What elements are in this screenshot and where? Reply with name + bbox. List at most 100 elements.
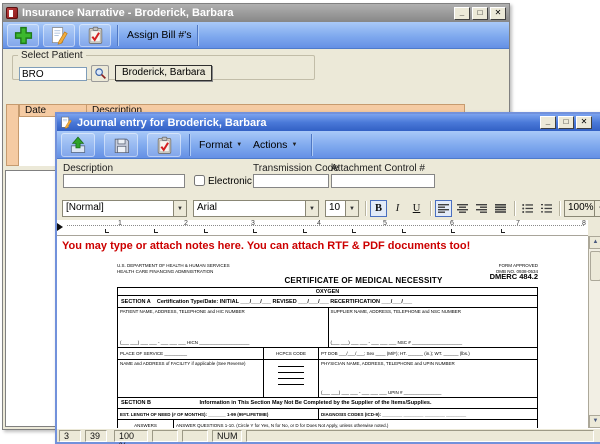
toolbar-separator (197, 25, 198, 46)
physician-phone-line: (___ ___) ___ ___ - ___ ___ ___ UPIN # _… (321, 390, 441, 396)
journal-doc-icon (60, 116, 73, 129)
new-narrative-button[interactable] (7, 24, 39, 47)
maximize-button[interactable]: □ (472, 7, 488, 20)
search-icon (94, 67, 107, 80)
format-menu-button[interactable]: Format ▼ (199, 139, 242, 151)
supplier-cell: SUPPLIER NAME, ADDRESS, TELEPHONE and NS… (328, 308, 538, 347)
justify-button[interactable] (492, 200, 509, 217)
electronic-label: Electronic (208, 176, 252, 187)
section-b-row: SECTION B Information in This Section Ma… (118, 398, 537, 409)
patient-search-input[interactable] (19, 67, 87, 81)
selected-patient-chip[interactable]: Broderick, Barbara (115, 65, 212, 81)
scroll-up-button[interactable]: ▲ (589, 236, 600, 249)
actions-menu-button[interactable]: Actions ▼ (253, 139, 297, 151)
facility-cell: NAME and ADDRESS of FACILITY if applicab… (118, 360, 263, 397)
patient-search-button[interactable] (91, 65, 109, 82)
tab-stop-marker (303, 229, 307, 233)
patient-cell: PATIENT NAME, ADDRESS, TELEPHONE and HIC… (118, 308, 328, 347)
scroll-down-button[interactable]: ▼ (589, 415, 600, 428)
underline-button[interactable]: U (408, 200, 425, 217)
check-narrative-button[interactable] (79, 24, 111, 47)
ruler-number: 2 (184, 220, 188, 227)
rich-text-editor[interactable]: You may type or attach notes here. You c… (57, 236, 588, 428)
assign-bill-button[interactable]: Assign Bill #'s (127, 29, 191, 41)
paragraph-style-combo[interactable]: [Normal] ▼ (62, 200, 187, 217)
insurance-titlebar[interactable]: Insurance Narrative - Broderick, Barbara… (3, 4, 509, 22)
actions-menu-label: Actions (253, 139, 287, 151)
chevron-down-icon: ▼ (173, 201, 186, 216)
names-row: PATIENT NAME, ADDRESS, TELEPHONE and HIC… (118, 308, 537, 348)
attachment-control-input[interactable] (331, 174, 435, 188)
tab-stop-marker (352, 229, 356, 233)
transmission-code-label: Transmission Code (253, 163, 339, 174)
scrollbar-thumb[interactable] (590, 251, 600, 281)
paragraph-style-value: [Normal] (63, 201, 173, 216)
journal-fields-row: Description Electronic Transmission Code… (57, 159, 600, 198)
form-number: DMERC 484.2 (460, 274, 538, 280)
maximize-button[interactable]: □ (558, 116, 574, 129)
ruler[interactable]: 1 2 3 4 5 6 7 8 (57, 220, 588, 236)
minimize-button[interactable]: _ (540, 116, 556, 129)
blank-line (278, 366, 304, 367)
journal-toolbar: Format ▼ Actions ▼ (57, 131, 600, 159)
answers-text-cell: ANSWER QUESTIONS 1-10. (Circle Y for Yes… (173, 420, 537, 428)
patient-header: PATIENT NAME, ADDRESS, TELEPHONE and HIC… (120, 309, 245, 314)
answers-row: ANSWERS ANSWER QUESTIONS 1-10. (Circle Y… (118, 420, 537, 428)
cmn-form-document: U.S. DEPARTMENT OF HEALTH & HUMAN SERVIC… (117, 260, 538, 428)
status-panel-empty (152, 430, 178, 442)
close-button[interactable]: ✕ (490, 7, 506, 20)
physician-cell: PHYSICIAN NAME, ADDRESS, TELEPHONE and U… (318, 360, 537, 397)
close-button[interactable]: ✕ (576, 116, 592, 129)
bullet-list-icon (522, 204, 533, 213)
electronic-checkbox[interactable] (194, 175, 205, 186)
vertical-scrollbar[interactable]: ▲ ▼ (588, 236, 600, 428)
italic-button[interactable]: I (389, 200, 406, 217)
font-family-value: Arial (194, 201, 305, 216)
cmn-form-header: U.S. DEPARTMENT OF HEALTH & HUMAN SERVIC… (117, 260, 538, 287)
section-b-text: Information in This Section May Not Be C… (200, 400, 432, 406)
journal-window-title: Journal entry for Broderick, Barbara (77, 117, 598, 129)
attachment-control-label: Attachment Control # (331, 163, 425, 174)
supplier-phone-line: (___ ___) ___ ___ - ___ ___ ___ NSC # __… (331, 340, 463, 346)
journal-statusbar: 3 39 100 % NUM (57, 428, 600, 442)
facility-physician-row: NAME and ADDRESS of FACILITY if applicab… (118, 360, 537, 398)
align-center-button[interactable] (454, 200, 471, 217)
est-length-row: EST. LENGTH OF NEED (# OF MONTHS): _____… (118, 409, 537, 420)
physician-header: PHYSICIAN NAME, ADDRESS, TELEPHONE and U… (321, 361, 455, 366)
format-separator (365, 201, 366, 216)
ruler-number: 5 (383, 220, 387, 227)
journal-titlebar[interactable]: Journal entry for Broderick, Barbara _ □… (57, 114, 600, 131)
zoom-combo[interactable]: 100% ▼ (564, 200, 600, 217)
attach-file-button[interactable] (61, 133, 95, 157)
toolbar-separator (117, 25, 118, 46)
font-size-combo[interactable]: 10 ▼ (325, 200, 359, 217)
font-family-combo[interactable]: Arial ▼ (193, 200, 319, 217)
tab-stop-marker (105, 229, 109, 233)
bold-button[interactable]: B (370, 200, 387, 217)
edit-narrative-button[interactable] (43, 24, 75, 47)
patient-dob-cell: PT DOB ___/___/___; Sex ____ (M/F); HT. … (318, 348, 537, 359)
ruler-number: 8 (582, 220, 586, 227)
ruler-number: 4 (317, 220, 321, 227)
answers-label-cell: ANSWERS (118, 420, 173, 428)
supplier-header: SUPPLIER NAME, ADDRESS, TELEPHONE and NS… (331, 309, 461, 314)
toolbar-separator (189, 134, 190, 156)
cmn-form-table: OXYGEN SECTION A Certification Type/Date… (117, 287, 538, 428)
minimize-button[interactable]: _ (454, 7, 470, 20)
save-button[interactable] (104, 133, 138, 157)
tab-stop-marker (402, 229, 406, 233)
description-input[interactable] (63, 174, 185, 188)
status-panel-long (246, 430, 594, 442)
tab-stop-marker (501, 229, 505, 233)
align-right-button[interactable] (473, 200, 490, 217)
status-zoom: 100 % (114, 430, 148, 442)
clipboard-check-icon (155, 136, 174, 155)
align-left-button[interactable] (435, 200, 452, 217)
transmission-code-input[interactable] (253, 174, 329, 188)
ruler-number: 3 (251, 220, 255, 227)
place-of-service-cell: PLACE OF SERVICE _________ (118, 348, 263, 359)
bullet-list-button[interactable] (519, 200, 536, 217)
ruler-number: 1 (118, 220, 122, 227)
numbered-list-button[interactable] (538, 200, 555, 217)
check-journal-button[interactable] (147, 133, 181, 157)
